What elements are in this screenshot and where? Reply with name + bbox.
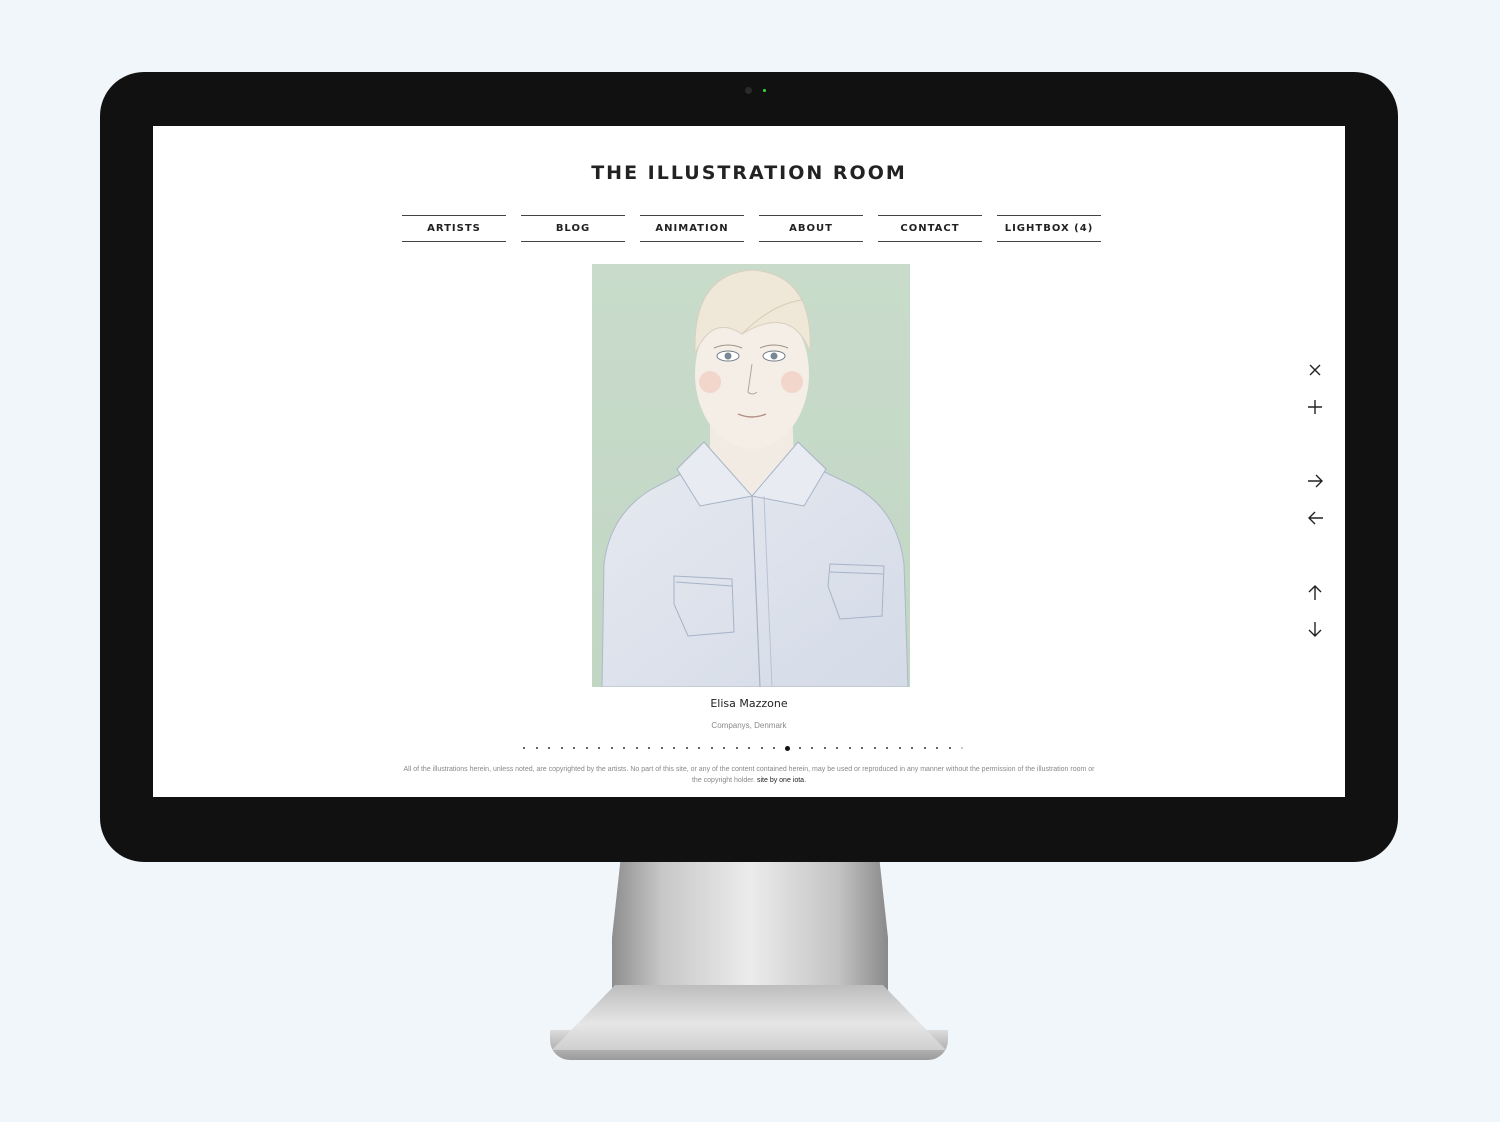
plus-icon: [1308, 400, 1322, 414]
arrow-down-icon: [1308, 621, 1322, 637]
nav-item-lightbox[interactable]: LIGHTBOX (4): [997, 215, 1101, 242]
add-to-lightbox-button[interactable]: [1305, 397, 1325, 417]
pagination-dot[interactable]: [936, 747, 938, 749]
pagination-dot[interactable]: [948, 747, 951, 749]
arrow-right-icon: [1307, 474, 1323, 488]
pagination-dot[interactable]: [585, 747, 588, 749]
pagination-dot[interactable]: [573, 747, 575, 749]
pagination-dot[interactable]: [898, 747, 901, 749]
pagination-dot[interactable]: [623, 747, 625, 749]
pagination-dot[interactable]: [773, 747, 775, 749]
footer-copyright: All of the illustrations herein, unless …: [398, 764, 1100, 786]
main-nav: ARTISTS BLOG ANIMATION ABOUT CONTACT LIG…: [402, 215, 1101, 242]
pagination-dot[interactable]: [685, 747, 688, 749]
previous-button[interactable]: [1305, 508, 1325, 528]
pagination-dot[interactable]: [523, 747, 525, 749]
pagination-dot[interactable]: [698, 747, 700, 749]
pagination-dot[interactable]: [798, 747, 801, 749]
pagination-dot[interactable]: [648, 747, 650, 749]
pagination-dot[interactable]: [535, 747, 538, 749]
pagination-dot[interactable]: [911, 747, 913, 749]
next-button[interactable]: [1305, 471, 1325, 491]
pagination-dot[interactable]: [710, 747, 713, 749]
artist-name[interactable]: Elisa Mazzone: [153, 697, 1345, 710]
pagination-dot[interactable]: [735, 747, 738, 749]
nav-item-artists[interactable]: ARTISTS: [402, 215, 506, 242]
site-title[interactable]: THE ILLUSTRATION ROOM: [153, 162, 1345, 184]
pagination-dot[interactable]: [811, 747, 813, 749]
close-button[interactable]: [1305, 360, 1325, 380]
arrow-left-icon: [1307, 511, 1323, 525]
monitor-bezel: THE ILLUSTRATION ROOM ARTISTS BLOG ANIMA…: [100, 72, 1398, 862]
nav-item-animation[interactable]: ANIMATION: [640, 215, 744, 242]
camera-led-icon: [763, 89, 766, 92]
pagination-dot[interactable]: [548, 747, 550, 749]
artwork-client-location: Companys, Denmark: [711, 721, 787, 730]
pagination-dot[interactable]: [848, 747, 851, 749]
pagination-dot[interactable]: [836, 747, 838, 749]
scroll-up-button[interactable]: [1305, 582, 1325, 602]
pagination-dot[interactable]: [886, 747, 888, 749]
slide-pagination: [523, 744, 974, 752]
site-credit-link[interactable]: site by one iota.: [757, 777, 806, 784]
pagination-dot[interactable]: [610, 747, 613, 749]
camera-icon: [745, 87, 752, 94]
artwork-image[interactable]: [592, 264, 910, 687]
pagination-dot[interactable]: [673, 747, 675, 749]
pagination-dot[interactable]: [748, 747, 750, 749]
pagination-dot[interactable]: [861, 747, 863, 749]
scroll-down-button[interactable]: [1305, 619, 1325, 639]
pagination-dot[interactable]: [635, 747, 638, 749]
pagination-dot[interactable]: [723, 747, 725, 749]
pagination-dot[interactable]: [961, 747, 963, 749]
pagination-dot[interactable]: [923, 747, 926, 749]
nav-item-contact[interactable]: CONTACT: [878, 215, 982, 242]
pagination-dot[interactable]: [660, 747, 663, 749]
pagination-dot[interactable]: [760, 747, 763, 749]
pagination-dot[interactable]: [873, 747, 876, 749]
pagination-dot[interactable]: [823, 747, 826, 749]
nav-item-blog[interactable]: BLOG: [521, 215, 625, 242]
copyright-text: All of the illustrations herein, unless …: [403, 766, 1095, 784]
arrow-up-icon: [1308, 584, 1322, 600]
monitor-stand-base: [552, 985, 946, 1050]
nav-item-about[interactable]: ABOUT: [759, 215, 863, 242]
pagination-dot-active[interactable]: [784, 745, 790, 751]
pagination-dot[interactable]: [598, 747, 600, 749]
pagination-dot[interactable]: [560, 747, 563, 749]
browser-viewport: THE ILLUSTRATION ROOM ARTISTS BLOG ANIMA…: [153, 126, 1345, 797]
close-icon: [1309, 364, 1321, 376]
